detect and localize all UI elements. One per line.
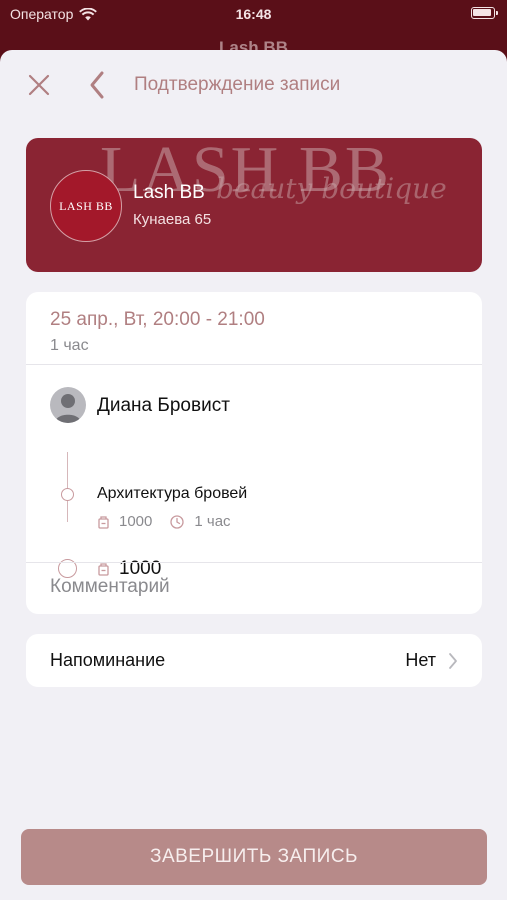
booking-confirmation-sheet: Подтверждение записи LASH BB beauty bout… [0, 50, 507, 900]
salon-address: Кунаева 65 [133, 211, 212, 228]
salon-logo-text: LASH BB [59, 198, 113, 213]
appointment-datetime: 25 апр., Вт, 20:00 - 21:00 [50, 309, 265, 330]
master-name: Диана Бровист [97, 395, 230, 416]
comment-input[interactable] [50, 576, 450, 598]
battery-icon [471, 7, 498, 19]
service-duration: 1 час [194, 513, 231, 530]
chevron-left-icon [90, 71, 104, 99]
salon-logo: LASH BB [50, 170, 122, 242]
salon-banner: LASH BB beauty boutique LASH BB Lash BB … [26, 138, 482, 272]
timeline-dot [61, 488, 74, 501]
status-bar: Оператор 16:48 [0, 0, 507, 28]
complete-booking-button[interactable]: ЗАВЕРШИТЬ ЗАПИСЬ [21, 829, 487, 885]
service-price: 1000 [119, 513, 153, 530]
price-tag-icon [98, 515, 109, 529]
page-title: Подтверждение записи [134, 74, 341, 95]
reminder-value: Нет [405, 650, 436, 670]
salon-name: Lash BB [133, 182, 205, 203]
appointment-duration: 1 час [50, 337, 89, 354]
reminder-label: Напоминание [50, 650, 166, 670]
status-time: 16:48 [235, 6, 272, 22]
master-avatar [50, 387, 86, 423]
banner-script-text: beauty boutique [216, 172, 447, 205]
chevron-right-icon [449, 653, 457, 669]
close-button[interactable] [24, 70, 54, 100]
person-icon [55, 394, 81, 423]
service-meta: 1000 1 час [97, 513, 231, 530]
timeline-line [67, 452, 68, 522]
reminder-row[interactable]: Напоминание Нет [26, 634, 482, 687]
nav-bar: Подтверждение записи [0, 50, 507, 118]
comment-field [26, 562, 482, 614]
back-button[interactable] [84, 68, 112, 102]
clock-icon [170, 514, 185, 529]
divider [26, 364, 482, 365]
close-icon [28, 74, 50, 96]
service-name: Архитектура бровей [97, 485, 248, 502]
